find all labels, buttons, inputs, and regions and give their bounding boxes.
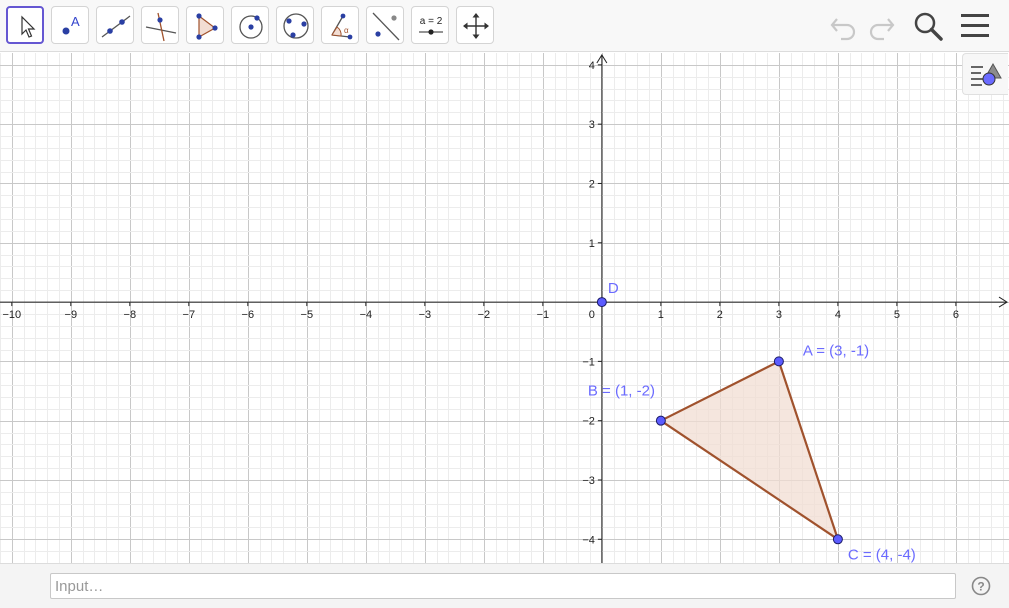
y-tick-label: 3 <box>589 119 595 131</box>
graphics-view[interactable]: −10 −9 −8 −7 −6 −5 −4 −3 −2 −1 0 1 2 3 4 5 64321−1−2−3−4… <box>0 53 1009 563</box>
x-tick-label: −9 <box>65 309 78 321</box>
point-c-label: C = (4, -4) <box>848 546 916 563</box>
line-tool-button[interactable] <box>96 6 134 44</box>
help-icon[interactable]: ? <box>971 576 991 596</box>
point-d-label: D <box>608 280 619 297</box>
toolbar: A α a = 2 <box>0 0 1009 52</box>
move-arrows-icon <box>463 13 489 39</box>
x-tick-label: −3 <box>419 309 432 321</box>
y-tick-label: −2 <box>582 416 595 428</box>
x-tick-label: −10 <box>2 309 21 321</box>
undo-icon[interactable] <box>829 10 859 42</box>
angle-tool-button[interactable]: α <box>321 6 359 44</box>
line-icon <box>101 15 131 38</box>
x-tick-label: 2 <box>717 309 723 321</box>
move-tool-button[interactable] <box>6 6 44 44</box>
x-tick-label: 4 <box>835 309 841 321</box>
point-a[interactable] <box>773 356 784 367</box>
y-tick-label: 4 <box>589 60 595 72</box>
perpendicular-line-tool-button[interactable] <box>141 6 179 44</box>
x-tick-label: 6 <box>953 309 959 321</box>
style-bar-toggle-button[interactable] <box>962 53 1008 95</box>
reflect-icon <box>372 12 400 41</box>
x-tick-label: −7 <box>183 309 196 321</box>
x-tick-label: 1 <box>658 309 664 321</box>
help-label: ? <box>977 580 984 594</box>
angle-icon: α <box>331 13 353 40</box>
point-b-label: B = (1, -2) <box>588 383 655 400</box>
y-tick-label: −3 <box>582 475 595 487</box>
redo-icon[interactable] <box>866 10 896 42</box>
cursor-arrow-icon <box>21 15 36 38</box>
point-icon: A <box>62 14 80 35</box>
point-c[interactable] <box>832 534 843 545</box>
perpendicular-line-icon <box>145 12 177 42</box>
menu-icon[interactable] <box>959 10 991 42</box>
circle-three-points-icon <box>283 13 309 39</box>
circle-three-points-tool-button[interactable] <box>276 6 314 44</box>
slider-icon: a = 2 <box>419 16 443 35</box>
svg-text:A: A <box>71 14 80 29</box>
y-tick-label: −1 <box>582 356 595 368</box>
x-tick-label: −8 <box>124 309 137 321</box>
y-tick-label: −4 <box>582 534 595 546</box>
point-a-label: A = (3, -1) <box>803 342 869 359</box>
point-d[interactable] <box>596 297 607 308</box>
y-tick-label: 2 <box>589 178 595 190</box>
x-tick-label: 0 <box>589 309 595 321</box>
x-tick-label: 5 <box>894 309 900 321</box>
circle-center-point-tool-button[interactable] <box>231 6 269 44</box>
slider-tool-button[interactable]: a = 2 <box>411 6 449 44</box>
circle-center-icon <box>239 15 263 39</box>
reflect-about-line-tool-button[interactable] <box>366 6 404 44</box>
point-b[interactable] <box>655 415 666 426</box>
x-tick-label: −6 <box>242 309 255 321</box>
move-graphics-view-tool-button[interactable] <box>456 6 494 44</box>
triangle-abc[interactable] <box>659 360 839 541</box>
algebra-input-field[interactable] <box>50 573 956 599</box>
search-icon[interactable] <box>911 8 945 44</box>
point-tool-button[interactable]: A <box>51 6 89 44</box>
x-tick-label: −4 <box>360 309 373 321</box>
x-tick-label: −5 <box>301 309 314 321</box>
algebra-style-icon <box>971 62 1002 86</box>
x-tick-label: −1 <box>537 309 550 321</box>
x-tick-label: −2 <box>478 309 491 321</box>
y-tick-label: 1 <box>589 238 595 250</box>
polygon-icon <box>196 13 218 40</box>
svg-text:α: α <box>344 26 349 35</box>
polygon-tool-button[interactable] <box>186 6 224 44</box>
x-tick-label: 3 <box>776 309 782 321</box>
input-bar: ? <box>0 563 1009 608</box>
slider-tool-label: a = 2 <box>420 16 443 27</box>
